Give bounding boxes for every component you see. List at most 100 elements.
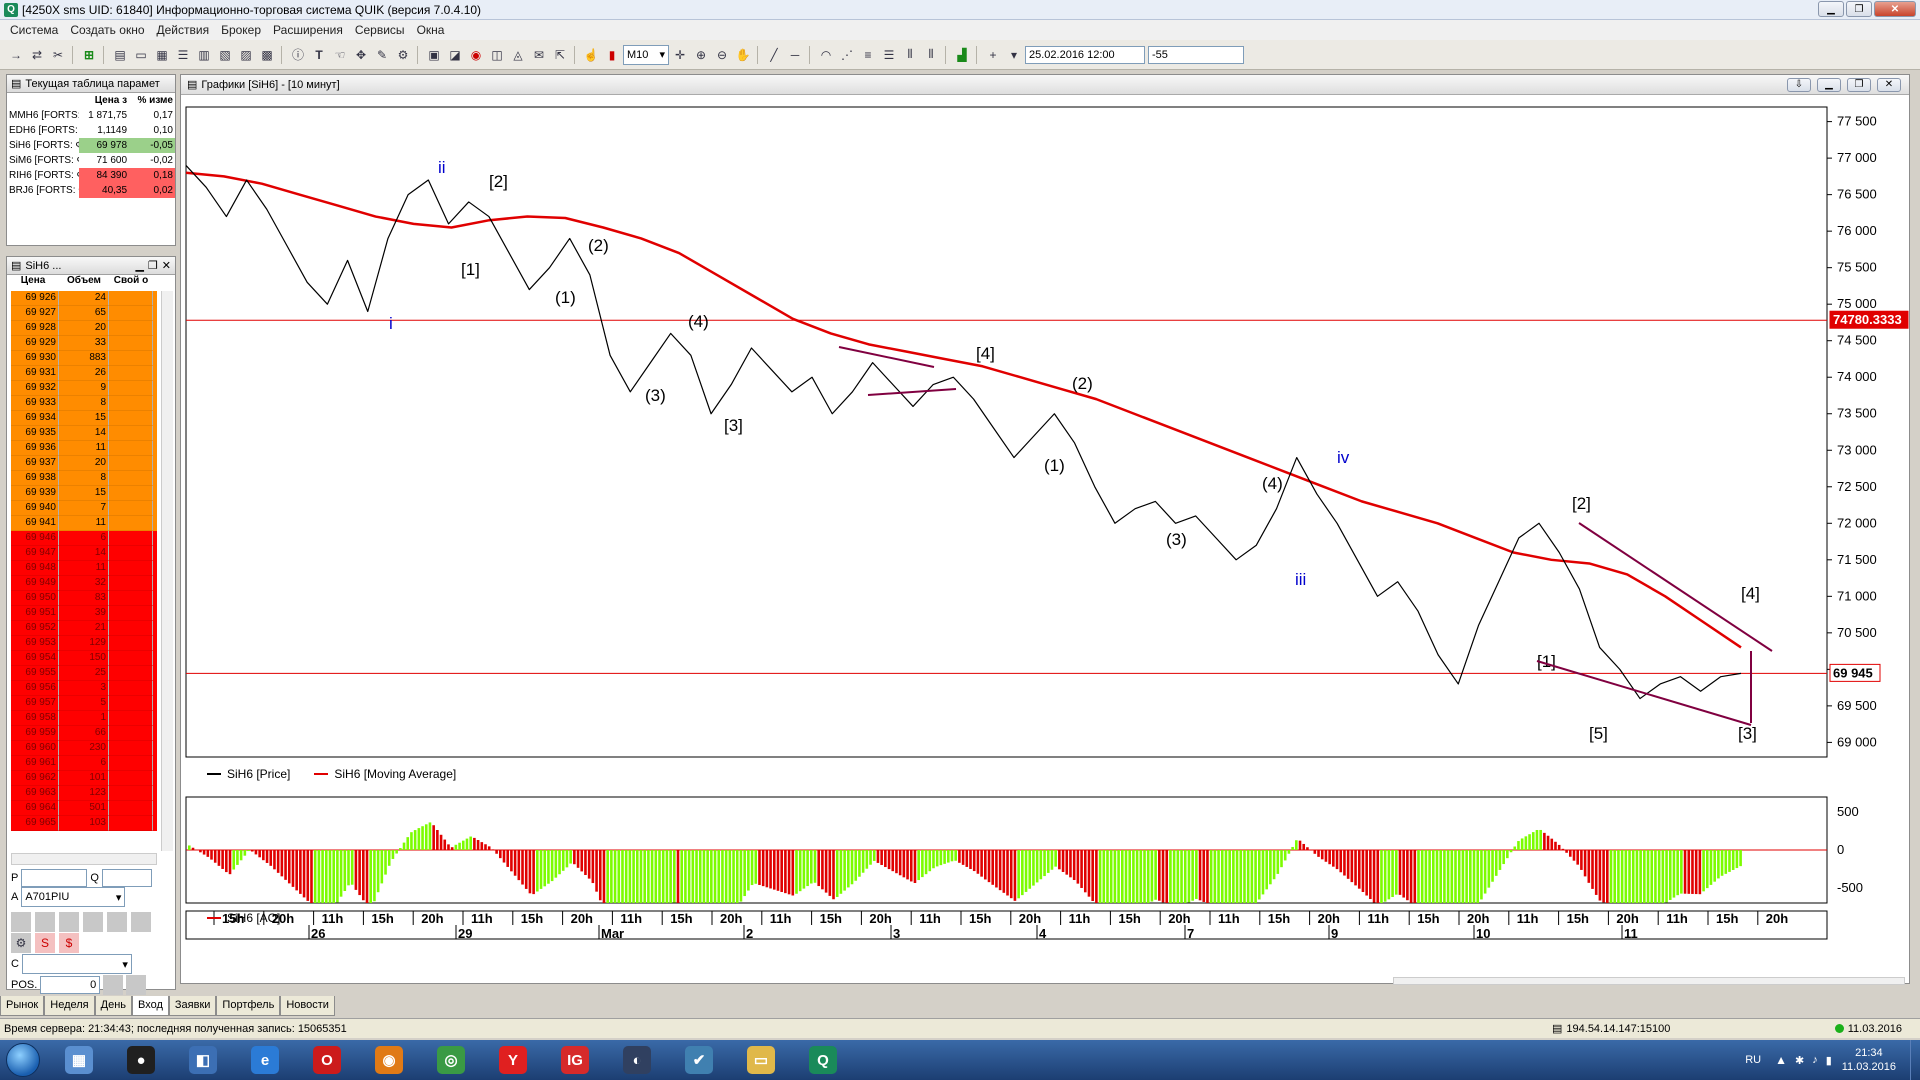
close-position-button[interactable] bbox=[103, 975, 124, 995]
orderbook-bid-row[interactable]: 69 959 66 bbox=[11, 726, 157, 741]
stop-order-button[interactable] bbox=[107, 912, 127, 932]
params-row[interactable]: RIH6 [FORTS: Ф 84 390 0,18 bbox=[7, 168, 175, 183]
stop-icon[interactable]: ◉ bbox=[466, 45, 486, 65]
price-input[interactable] bbox=[21, 869, 88, 887]
chart-window-header[interactable]: ▤ Графики [SiH6] - [10 минут] ⇩ ▁ ❐ ✕ bbox=[181, 75, 1909, 95]
info-icon[interactable]: ⓘ bbox=[288, 45, 308, 65]
hline-icon[interactable]: ─ bbox=[785, 45, 805, 65]
orderbook-bid-row[interactable]: 69 955 25 bbox=[11, 666, 157, 681]
orderbook-ask-row[interactable]: 69 937 20 bbox=[11, 456, 157, 471]
channel-icon[interactable]: ☰ bbox=[879, 45, 899, 65]
tools-icon[interactable]: ✥ bbox=[351, 45, 371, 65]
orderbook-bid-row[interactable]: 69 963 123 bbox=[11, 786, 157, 801]
orders-icon[interactable]: ▧ bbox=[215, 45, 235, 65]
orderbook-bid-row[interactable]: 69 962 101 bbox=[11, 771, 157, 786]
cancel-orders-button[interactable] bbox=[83, 912, 103, 932]
pin-button[interactable]: ⇩ bbox=[1787, 77, 1811, 92]
taskbar-button[interactable]: ◎ bbox=[422, 1042, 480, 1078]
trades-icon[interactable]: ▨ bbox=[236, 45, 256, 65]
disconnect-icon[interactable]: ✂ bbox=[48, 45, 68, 65]
orderbook-ask-row[interactable]: 69 931 26 bbox=[11, 366, 157, 381]
orderbook-bid-row[interactable]: 69 961 6 bbox=[11, 756, 157, 771]
orderbook-ask-row[interactable]: 69 935 14 bbox=[11, 426, 157, 441]
network-tray-icon[interactable]: ▮ bbox=[1826, 1054, 1832, 1067]
orderbook-bid-row[interactable]: 69 954 150 bbox=[11, 651, 157, 666]
orderbook-ask-row[interactable]: 69 936 11 bbox=[11, 441, 157, 456]
orderbook-bid-row[interactable]: 69 953 129 bbox=[11, 636, 157, 651]
orderbook-bid-row[interactable]: 69 950 83 bbox=[11, 591, 157, 606]
arc-icon[interactable]: ◠ bbox=[816, 45, 836, 65]
reverse-button[interactable] bbox=[131, 912, 151, 932]
orderbook-bid-row[interactable]: 69 949 32 bbox=[11, 576, 157, 591]
account-select[interactable]: A701PIU ▾ bbox=[21, 887, 126, 907]
crosshair-icon[interactable]: ✛ bbox=[670, 45, 690, 65]
arrow-right-icon[interactable]: → bbox=[6, 45, 26, 65]
indicator-icon[interactable]: ▟ bbox=[952, 45, 972, 65]
menu-extensions[interactable]: Расширения bbox=[267, 23, 349, 37]
sell-limit-button[interactable] bbox=[35, 912, 55, 932]
export-icon[interactable]: ⇱ bbox=[550, 45, 570, 65]
client-select[interactable]: ▾ bbox=[21, 954, 132, 974]
menu-system[interactable]: Система bbox=[4, 23, 64, 37]
params-row[interactable]: SiH6 [FORTS: Ф 69 978 -0,05 bbox=[7, 138, 175, 153]
chart-hscrollbar[interactable] bbox=[1393, 977, 1905, 985]
candles-icon[interactable]: ▮ bbox=[602, 45, 622, 65]
vertical-lines-icon[interactable]: ⦀ bbox=[900, 45, 920, 65]
orderbook-bid-row[interactable]: 69 946 6 bbox=[11, 531, 157, 546]
show-desktop-button[interactable] bbox=[1910, 1040, 1920, 1080]
language-indicator[interactable]: RU bbox=[1745, 1054, 1761, 1066]
quantity-input[interactable] bbox=[101, 869, 152, 887]
text-icon[interactable]: T bbox=[309, 45, 329, 65]
window-icon[interactable]: ▭ bbox=[131, 45, 151, 65]
tab-entry[interactable]: Вход bbox=[132, 996, 169, 1016]
orderbook-ask-row[interactable]: 69 926 24 bbox=[11, 291, 157, 306]
taskbar-button[interactable]: Y bbox=[484, 1042, 542, 1078]
orderbook-bid-row[interactable]: 69 958 1 bbox=[11, 711, 157, 726]
orderbook-scrollbar[interactable] bbox=[161, 291, 173, 851]
stop-icon[interactable]: S bbox=[35, 933, 55, 953]
taskbar-button[interactable]: ▭ bbox=[732, 1042, 790, 1078]
chart-canvas[interactable]: 77 50077 00076 50076 00075 50075 00074 5… bbox=[181, 75, 1911, 985]
orderbook-ask-row[interactable]: 69 929 33 bbox=[11, 336, 157, 351]
bluetooth-icon[interactable]: ✱ bbox=[1795, 1054, 1804, 1067]
params-row[interactable]: MMH6 [FORTS: 1 871,75 0,17 bbox=[7, 108, 175, 123]
interval-select[interactable]: M10 ▾ bbox=[623, 44, 669, 65]
clock[interactable]: 21:34 11.03.2016 bbox=[1842, 1046, 1896, 1074]
orderbook-ask-row[interactable]: 69 940 7 bbox=[11, 501, 157, 516]
hand-icon[interactable]: ☜ bbox=[330, 45, 350, 65]
minimize-button[interactable]: ▁ bbox=[1818, 1, 1844, 17]
orderbook-bid-row[interactable]: 69 965 103 bbox=[11, 816, 157, 831]
trendline-icon[interactable]: ╱ bbox=[764, 45, 784, 65]
zoom-in-icon[interactable]: ⊕ bbox=[691, 45, 711, 65]
chart-minimize-button[interactable]: ▁ bbox=[1817, 77, 1841, 92]
taskbar-button[interactable]: Q bbox=[794, 1042, 852, 1078]
menu-windows[interactable]: Окна bbox=[411, 23, 451, 37]
tab-market[interactable]: Рынок bbox=[0, 996, 45, 1016]
quotes-icon[interactable]: ▥ bbox=[194, 45, 214, 65]
orderbook-header[interactable]: ▤ SiH6 ... ▁ ❐ ✕ bbox=[7, 257, 175, 275]
pan-icon[interactable]: ✋ bbox=[733, 45, 753, 65]
legend-ao[interactable]: SiH6 [AO] bbox=[207, 911, 280, 925]
taskbar-button[interactable]: O bbox=[298, 1042, 356, 1078]
legend-ma[interactable]: SiH6 [Moving Average] bbox=[314, 767, 456, 781]
taskbar-button[interactable]: ◧ bbox=[174, 1042, 232, 1078]
params-row[interactable]: EDH6 [FORTS: 1,1149 0,10 bbox=[7, 123, 175, 138]
menu-create-window[interactable]: Создать окно bbox=[64, 23, 150, 37]
table-icon[interactable]: ▤ bbox=[110, 45, 130, 65]
close-icon[interactable]: ✕ bbox=[162, 259, 171, 272]
market-order-button[interactable] bbox=[59, 912, 79, 932]
tray-arrow-icon[interactable]: ▲ bbox=[1775, 1053, 1787, 1067]
portfolio-icon[interactable]: ▩ bbox=[257, 45, 277, 65]
orderbook-ask-row[interactable]: 69 928 20 bbox=[11, 321, 157, 336]
orderbook-bid-row[interactable]: 69 952 21 bbox=[11, 621, 157, 636]
close-button[interactable]: ✕ bbox=[1874, 1, 1916, 17]
tab-orders[interactable]: Заявки bbox=[168, 996, 217, 1016]
tab-portfolio[interactable]: Портфель bbox=[216, 996, 281, 1016]
orderbook-ask-row[interactable]: 69 939 15 bbox=[11, 486, 157, 501]
tab-day[interactable]: День bbox=[94, 996, 132, 1016]
fan-icon[interactable]: ⋰ bbox=[837, 45, 857, 65]
taskbar-button[interactable]: ▦ bbox=[50, 1042, 108, 1078]
alert-icon[interactable]: ◬ bbox=[508, 45, 528, 65]
taskbar-button[interactable]: e bbox=[236, 1042, 294, 1078]
orderbook-ask-row[interactable]: 69 941 11 bbox=[11, 516, 157, 531]
